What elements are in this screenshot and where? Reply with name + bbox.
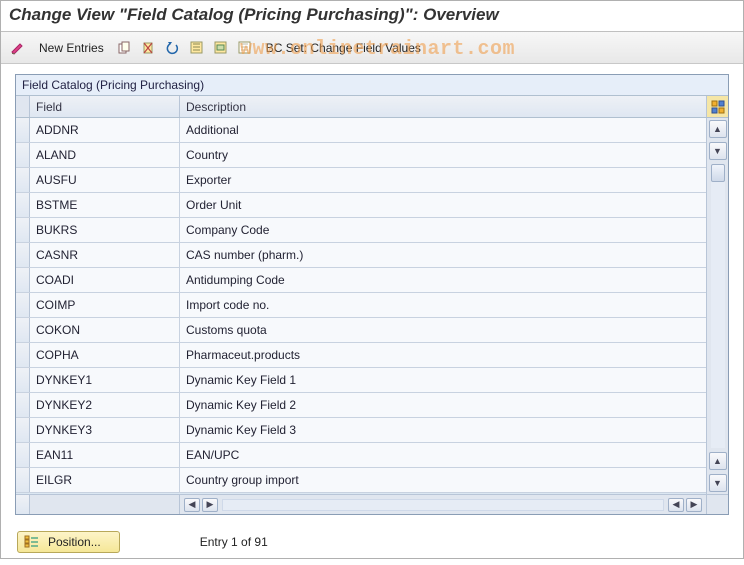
row-selector[interactable] — [16, 318, 30, 342]
row-selector[interactable] — [16, 468, 30, 492]
row-selector[interactable] — [16, 368, 30, 392]
table-row[interactable]: DYNKEY2Dynamic Key Field 2 — [16, 393, 706, 418]
deselect-all-icon[interactable] — [236, 39, 254, 57]
table-header-row: Field Description — [16, 96, 728, 118]
table-row[interactable]: DYNKEY3Dynamic Key Field 3 — [16, 418, 706, 443]
table-row[interactable]: ADDNRAdditional — [16, 118, 706, 143]
cell-field[interactable]: COKON — [30, 318, 180, 342]
hscroll-right-button-2[interactable]: ▶ — [686, 498, 702, 512]
cell-field[interactable]: ADDNR — [30, 118, 180, 142]
table-row[interactable]: EILGRCountry group import — [16, 468, 706, 493]
cell-description[interactable]: Dynamic Key Field 2 — [180, 393, 706, 417]
delete-icon[interactable] — [140, 39, 158, 57]
cell-field[interactable]: BUKRS — [30, 218, 180, 242]
scroll-thumb[interactable] — [711, 164, 725, 182]
hscroll-right-button[interactable]: ▶ — [202, 498, 218, 512]
table-row[interactable]: COADIAntidumping Code — [16, 268, 706, 293]
row-selector-header — [16, 96, 30, 117]
field-catalog-table: Field Catalog (Pricing Purchasing) Field… — [15, 74, 729, 515]
select-all-icon[interactable] — [188, 39, 206, 57]
cell-field[interactable]: COPHA — [30, 343, 180, 367]
cell-description[interactable]: Order Unit — [180, 193, 706, 217]
table-row[interactable]: AUSFUExporter — [16, 168, 706, 193]
cell-field[interactable]: COADI — [30, 268, 180, 292]
copy-as-icon[interactable] — [116, 39, 134, 57]
cell-field[interactable]: AUSFU — [30, 168, 180, 192]
cell-field[interactable]: ALAND — [30, 143, 180, 167]
vertical-scrollbar[interactable]: ▲ ▼ ▲ ▼ — [706, 118, 728, 494]
table-rows-area: ADDNRAdditional ALANDCountry AUSFUExport… — [16, 118, 706, 494]
scroll-up-button[interactable]: ▲ — [709, 120, 727, 138]
scroll-down-button-2[interactable]: ▼ — [709, 474, 727, 492]
row-selector[interactable] — [16, 143, 30, 167]
row-selector[interactable] — [16, 268, 30, 292]
window-title: Change View "Field Catalog (Pricing Purc… — [1, 1, 743, 32]
hscroll-track[interactable] — [222, 499, 664, 511]
cell-description[interactable]: Import code no. — [180, 293, 706, 317]
hscroll-left-button-2[interactable]: ◀ — [668, 498, 684, 512]
cell-description[interactable]: Antidumping Code — [180, 268, 706, 292]
row-selector[interactable] — [16, 218, 30, 242]
table-row[interactable]: ALANDCountry — [16, 143, 706, 168]
cell-description[interactable]: Company Code — [180, 218, 706, 242]
cell-field[interactable]: COIMP — [30, 293, 180, 317]
cell-field[interactable]: BSTME — [30, 193, 180, 217]
column-header-description[interactable]: Description — [180, 96, 706, 117]
row-selector[interactable] — [16, 293, 30, 317]
table-row[interactable]: EAN11EAN/UPC — [16, 443, 706, 468]
row-selector[interactable] — [16, 343, 30, 367]
position-icon — [24, 535, 40, 549]
footer-bar: Position... Entry 1 of 91 — [1, 519, 743, 565]
hscroll-left-button[interactable]: ◀ — [184, 498, 200, 512]
cell-field[interactable]: EAN11 — [30, 443, 180, 467]
undo-icon[interactable] — [164, 39, 182, 57]
entry-counter: Entry 1 of 91 — [200, 535, 268, 549]
table-row[interactable]: COPHAPharmaceut.products — [16, 343, 706, 368]
scroll-down-button[interactable]: ▼ — [709, 142, 727, 160]
table-row[interactable]: COKONCustoms quota — [16, 318, 706, 343]
cell-field[interactable]: CASNR — [30, 243, 180, 267]
table-row[interactable]: CASNRCAS number (pharm.) — [16, 243, 706, 268]
row-selector[interactable] — [16, 243, 30, 267]
cell-description[interactable]: Dynamic Key Field 1 — [180, 368, 706, 392]
toggle-display-change-icon[interactable] — [9, 39, 27, 57]
cell-description[interactable]: Exporter — [180, 168, 706, 192]
table-title: Field Catalog (Pricing Purchasing) — [16, 75, 728, 96]
app-toolbar: New Entries BC Set: Change Field Values — [1, 32, 743, 64]
cell-description[interactable]: Additional — [180, 118, 706, 142]
select-block-icon[interactable] — [212, 39, 230, 57]
cell-description[interactable]: CAS number (pharm.) — [180, 243, 706, 267]
horizontal-scrollbar: ◀ ▶ ◀ ▶ — [16, 494, 728, 514]
position-button-label: Position... — [48, 535, 101, 549]
cell-field[interactable]: DYNKEY3 — [30, 418, 180, 442]
cell-description[interactable]: Country group import — [180, 468, 706, 492]
table-configure-button[interactable] — [706, 96, 728, 117]
bc-set-button[interactable]: BC Set: Change Field Values — [260, 39, 427, 57]
cell-description[interactable]: EAN/UPC — [180, 443, 706, 467]
cell-field[interactable]: DYNKEY1 — [30, 368, 180, 392]
table-row[interactable]: DYNKEY1Dynamic Key Field 1 — [16, 368, 706, 393]
row-selector[interactable] — [16, 418, 30, 442]
row-selector[interactable] — [16, 393, 30, 417]
table-row[interactable]: BUKRSCompany Code — [16, 218, 706, 243]
row-selector[interactable] — [16, 193, 30, 217]
cell-description[interactable]: Dynamic Key Field 3 — [180, 418, 706, 442]
new-entries-button[interactable]: New Entries — [33, 39, 110, 57]
cell-field[interactable]: DYNKEY2 — [30, 393, 180, 417]
cell-description[interactable]: Pharmaceut.products — [180, 343, 706, 367]
scroll-track[interactable] — [711, 164, 725, 448]
row-selector[interactable] — [16, 443, 30, 467]
table-row[interactable]: BSTMEOrder Unit — [16, 193, 706, 218]
row-selector[interactable] — [16, 168, 30, 192]
scroll-up-button-2[interactable]: ▲ — [709, 452, 727, 470]
cell-description[interactable]: Customs quota — [180, 318, 706, 342]
position-button[interactable]: Position... — [17, 531, 120, 553]
cell-description[interactable]: Country — [180, 143, 706, 167]
table-row[interactable]: COIMPImport code no. — [16, 293, 706, 318]
column-header-field[interactable]: Field — [30, 96, 180, 117]
cell-field[interactable]: EILGR — [30, 468, 180, 492]
row-selector[interactable] — [16, 118, 30, 142]
